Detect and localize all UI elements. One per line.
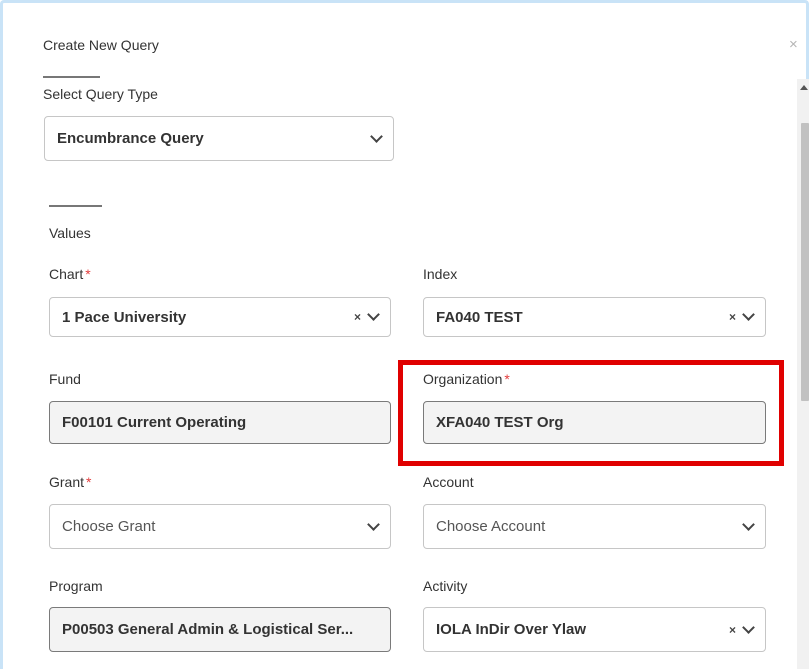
section-divider [43,76,100,78]
required-marker: * [85,266,91,282]
organization-label-text: Organization [423,371,503,387]
activity-value: IOLA InDir Over Ylaw [436,621,587,638]
account-label: Account [423,474,474,490]
query-type-select[interactable]: Encumbrance Query [44,116,394,161]
grant-label-text: Grant [49,474,85,490]
index-value: FA040 TEST [436,308,523,326]
clear-icon[interactable]: × [729,624,736,636]
chart-label: Chart * [49,266,91,282]
organization-value: XFA040 TEST Org [436,414,564,431]
query-type-label: Select Query Type [43,86,158,102]
chevron-down-icon [742,308,755,321]
grant-select[interactable]: Choose Grant [49,504,391,549]
chart-label-text: Chart [49,266,84,282]
required-marker: * [86,474,92,490]
clear-icon[interactable]: × [729,311,736,323]
query-type-value: Encumbrance Query [57,130,204,147]
chevron-down-icon [742,517,755,531]
create-query-dialog: Create New Query × Select Query Type Enc… [0,0,809,669]
index-label: Index [423,266,458,282]
account-select[interactable]: Choose Account [423,504,766,549]
values-heading: Values [49,225,91,241]
scroll-thumb[interactable] [801,123,809,401]
grant-label: Grant * [49,474,91,490]
program-field: P00503 General Admin & Logistical Ser... [49,607,391,652]
index-select[interactable]: FA040 TEST × [423,297,766,337]
chevron-down-icon [367,517,380,531]
fund-value: F00101 Current Operating [62,414,247,431]
section-divider [49,205,102,207]
chevron-down-icon [370,129,383,143]
chart-select[interactable]: 1 Pace University × [49,297,391,337]
clear-icon[interactable]: × [354,311,361,323]
program-label: Program [49,578,103,594]
account-placeholder: Choose Account [436,518,546,535]
dialog-title: Create New Query [43,37,159,53]
close-icon[interactable]: × [789,37,798,52]
fund-label: Fund [49,371,81,387]
organization-field: XFA040 TEST Org [423,401,766,444]
grant-placeholder: Choose Grant [62,518,156,535]
chevron-down-icon [742,620,755,634]
organization-label: Organization * [423,371,510,387]
required-marker: * [504,371,510,387]
activity-select[interactable]: IOLA InDir Over Ylaw × [423,607,766,652]
program-value: P00503 General Admin & Logistical Ser... [62,621,354,638]
chart-value: 1 Pace University [62,308,187,326]
scroll-up-arrow-icon[interactable] [800,85,808,90]
activity-label: Activity [423,578,468,594]
chevron-down-icon [367,308,380,321]
fund-field: F00101 Current Operating [49,401,391,444]
vertical-scrollbar[interactable] [797,79,809,669]
